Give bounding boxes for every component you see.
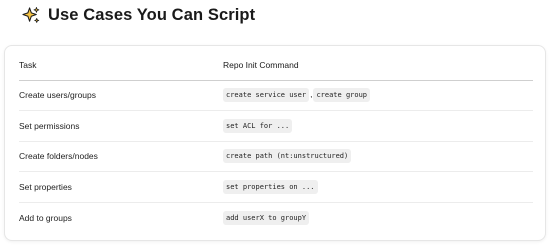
command-cell: create path (nt:unstructured): [223, 141, 533, 172]
table-row: Set permissions set ACL for ...: [19, 110, 533, 142]
use-cases-table: Task Repo Init Command Create users/grou…: [19, 50, 533, 233]
command-cell: create service user, create group: [223, 80, 533, 111]
column-header-task: Task: [19, 50, 223, 81]
command-cell: set ACL for ...: [223, 110, 533, 142]
table-row: Create users/groups create service user,…: [19, 80, 533, 111]
code-snippet: create service user: [223, 88, 310, 103]
task-cell: Set permissions: [19, 110, 223, 142]
command-cell: add userX to groupY: [223, 202, 533, 233]
separator: ,: [310, 89, 313, 100]
code-snippet: set properties on ...: [223, 179, 318, 194]
sparkles-icon: [22, 6, 40, 23]
code-snippet: create group: [313, 88, 371, 103]
column-header-command: Repo Init Command: [223, 50, 533, 81]
table-row: Create folders/nodes create path (nt:uns…: [19, 141, 533, 172]
page-title: Use Cases You Can Script: [48, 5, 256, 24]
code-snippet: set ACL for ...: [223, 118, 293, 133]
use-cases-card: Task Repo Init Command Create users/grou…: [4, 45, 546, 241]
page-heading: Use Cases You Can Script: [22, 4, 255, 26]
task-cell: Create users/groups: [19, 80, 223, 111]
task-cell: Create folders/nodes: [19, 141, 223, 172]
table-header-row: Task Repo Init Command: [19, 50, 533, 81]
task-cell: Add to groups: [19, 212, 72, 223]
table-row: Set properties set properties on ...: [19, 171, 533, 203]
code-snippet: add userX to groupY: [223, 210, 310, 225]
command-cell: set properties on ...: [223, 171, 533, 203]
table-row: Add to groups add userX to groupY: [19, 202, 533, 233]
task-cell: Set properties: [19, 171, 223, 203]
code-snippet: create path (nt:unstructured): [223, 149, 352, 164]
